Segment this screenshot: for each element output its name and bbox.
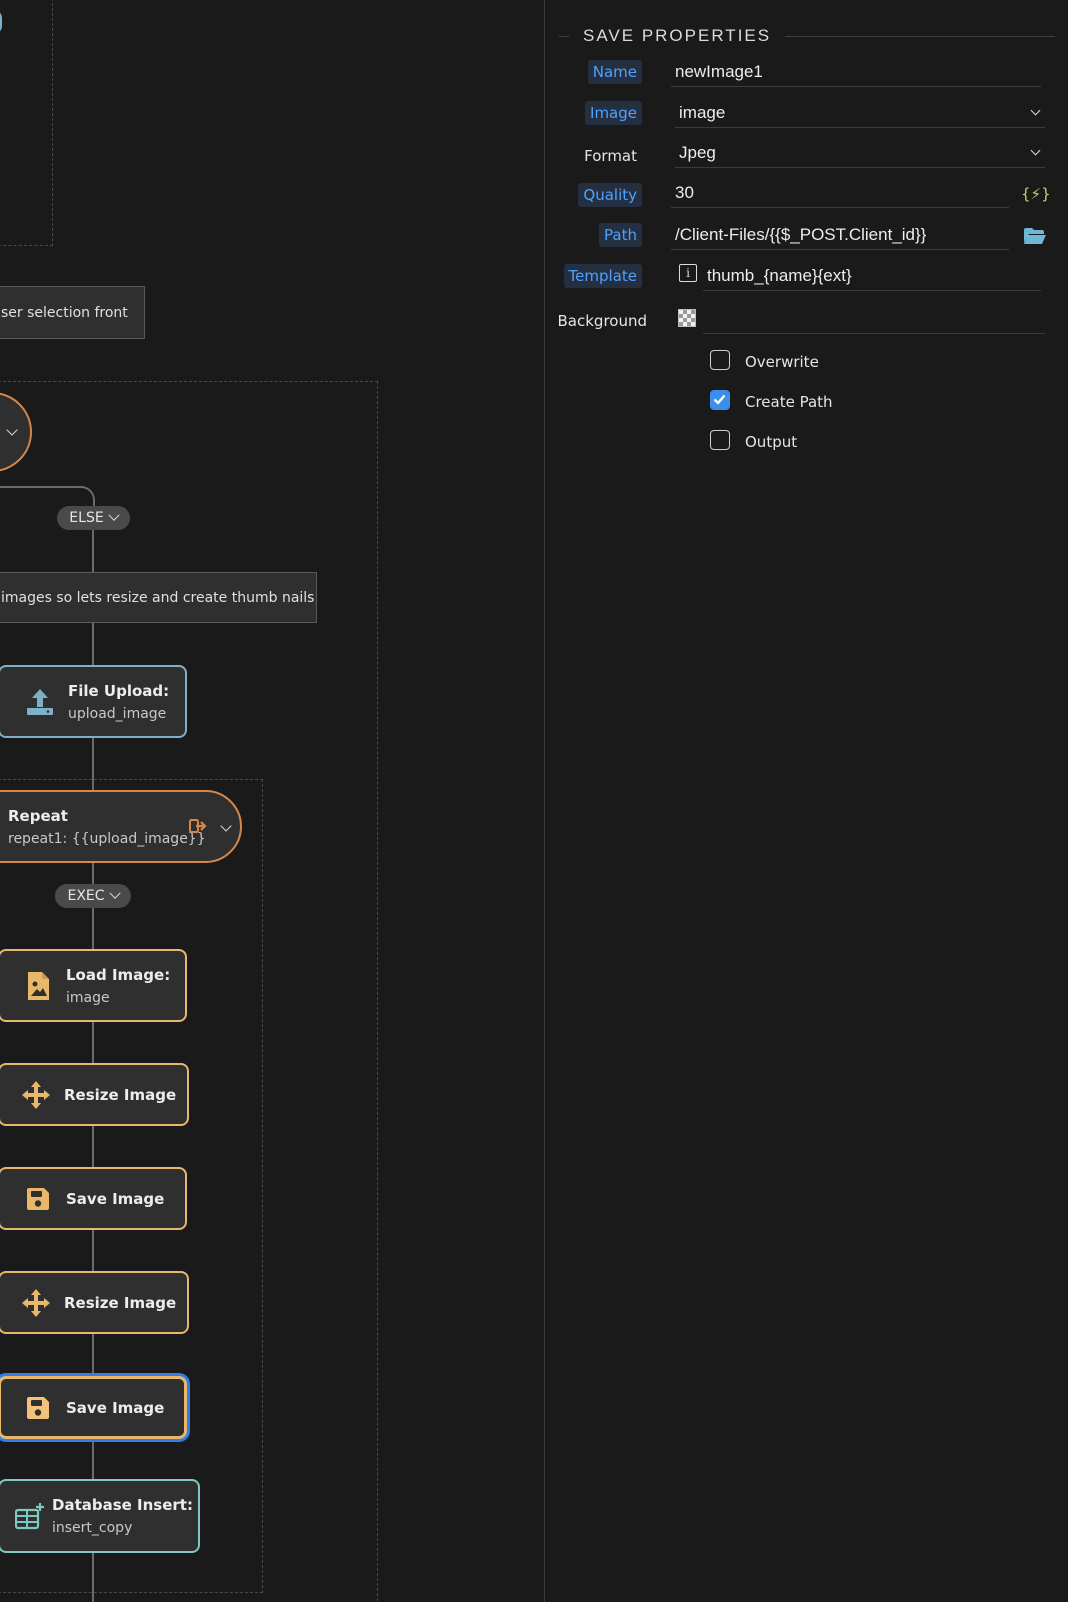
section-title: SAVE PROPERTIES <box>583 26 772 45</box>
exit-icon[interactable] <box>189 818 207 838</box>
node-title: Save Image <box>66 1398 165 1417</box>
chevron-down-icon[interactable] <box>6 424 18 436</box>
upload-icon <box>22 687 58 717</box>
format-label: Format <box>584 147 637 165</box>
dynamic-data-button[interactable]: {⚡} <box>1021 185 1051 203</box>
path-value: /Client-Files/{{$_POST.Client_id}} <box>675 224 927 244</box>
file-upload-node[interactable]: File Upload: upload_image <box>0 665 187 738</box>
exec-pill[interactable]: EXEC <box>55 884 131 908</box>
node-subtitle: image <box>66 989 110 1006</box>
wire <box>92 622 94 666</box>
quality-label[interactable]: Quality <box>578 183 642 207</box>
node-title: Database Insert: <box>52 1496 193 1514</box>
quality-value: 30 <box>675 182 694 202</box>
save-image-node[interactable]: Save Image <box>0 1167 187 1230</box>
exec-label: EXEC <box>67 888 105 904</box>
divider <box>785 35 1055 37</box>
path-input[interactable]: /Client-Files/{{$_POST.Client_id}} <box>671 220 1009 250</box>
quality-input[interactable]: 30 <box>671 178 1009 208</box>
divider <box>559 35 569 37</box>
name-label[interactable]: Name <box>587 60 642 84</box>
image-select[interactable]: image <box>675 98 1045 128</box>
name-field[interactable]: newImage1 <box>671 57 1041 87</box>
comment-text: ser selection front <box>1 304 128 321</box>
else-pill[interactable]: ELSE <box>57 506 130 530</box>
move-arrows-icon <box>18 1288 54 1318</box>
checkerboard-icon[interactable] <box>678 309 696 327</box>
template-input[interactable]: thumb_{name}{ext} <box>703 261 1041 291</box>
image-value: image <box>679 102 726 122</box>
format-value: Jpeg <box>679 142 716 162</box>
repeat-node[interactable]: Repeat repeat1: {{upload_image}} <box>0 790 242 863</box>
comment-node[interactable]: images so lets resize and create thumb n… <box>0 572 317 623</box>
background-color-field[interactable] <box>703 304 1045 334</box>
wire <box>92 530 94 572</box>
table-add-icon <box>12 1502 48 1530</box>
name-value: newImage1 <box>675 61 763 81</box>
node-subtitle: insert_copy <box>52 1520 133 1536</box>
comment-text: images so lets resize and create thumb n… <box>1 589 315 606</box>
image-label[interactable]: Image <box>585 101 642 125</box>
template-label[interactable]: Template <box>563 264 642 288</box>
background-label: Background <box>557 312 648 330</box>
info-icon[interactable]: i <box>679 264 697 282</box>
output-label: Output <box>745 433 798 451</box>
load-image-node[interactable]: Load Image: image <box>0 949 187 1022</box>
node-title: Repeat <box>8 806 68 825</box>
create-path-label: Create Path <box>745 393 833 411</box>
node-title: Resize Image <box>64 1085 177 1104</box>
floppy-icon <box>20 1186 56 1212</box>
path-label[interactable]: Path <box>599 223 642 247</box>
flow-canvas[interactable]: ser selection front ELSE images so lets … <box>0 0 544 1602</box>
format-select[interactable]: Jpeg <box>675 138 1045 168</box>
properties-panel: SAVE PROPERTIES Name newImage1 Image ima… <box>544 0 1068 1602</box>
floppy-icon <box>20 1395 56 1421</box>
group-box-top <box>0 0 53 246</box>
chevron-down-icon <box>108 509 120 521</box>
node-title: Resize Image <box>64 1293 177 1312</box>
overwrite-checkbox[interactable] <box>710 350 730 370</box>
folder-open-icon[interactable] <box>1023 227 1047 249</box>
node-title: File Upload: <box>68 681 170 700</box>
checkmark-icon <box>713 394 726 405</box>
node-subtitle: upload_image <box>68 705 167 722</box>
overwrite-label: Overwrite <box>745 353 819 371</box>
move-arrows-icon <box>18 1080 54 1110</box>
else-label: ELSE <box>69 510 104 526</box>
create-path-checkbox[interactable] <box>710 390 730 410</box>
resize-image-node[interactable]: Resize Image <box>0 1271 189 1334</box>
chevron-down-icon <box>1030 145 1041 156</box>
chevron-down-icon[interactable] <box>220 820 232 832</box>
node-subtitle: repeat1: {{upload_image}} <box>8 830 206 847</box>
image-file-icon <box>20 971 56 1001</box>
save-image-node-selected[interactable]: Save Image <box>0 1376 187 1439</box>
comment-node[interactable]: ser selection front <box>0 286 145 339</box>
section-header: SAVE PROPERTIES <box>559 26 1055 46</box>
resize-image-node[interactable]: Resize Image <box>0 1063 189 1126</box>
node-title: Load Image: <box>66 965 171 984</box>
output-checkbox[interactable] <box>710 430 730 450</box>
chevron-down-icon <box>1030 105 1041 116</box>
node-title: Save Image <box>66 1189 165 1208</box>
chevron-down-icon <box>108 887 121 899</box>
template-value: thumb_{name}{ext} <box>707 265 852 285</box>
database-insert-node[interactable]: Database Insert: insert_copy <box>0 1479 200 1553</box>
